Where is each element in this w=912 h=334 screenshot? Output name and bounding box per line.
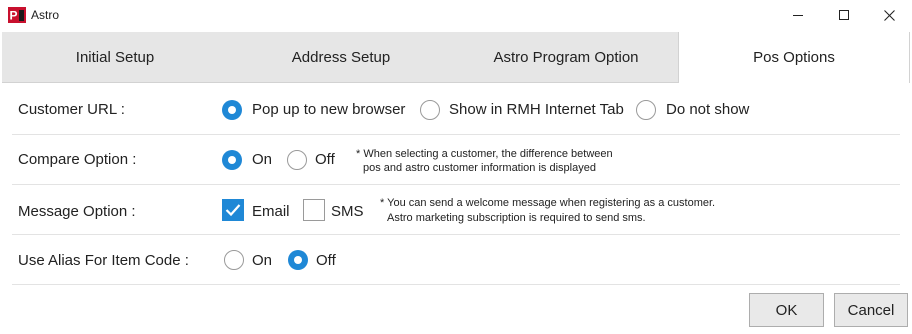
astro-pos-logo-icon: P [8, 7, 26, 23]
message-note-line1: * You can send a welcome message when re… [380, 197, 716, 209]
tab-label: Initial Setup [75, 48, 155, 66]
sms-option[interactable]: SMS [331, 203, 364, 220]
customer-url-radio-popup[interactable] [222, 100, 242, 120]
message-option-row: Message Option : Email SMS * You can sen… [12, 185, 900, 235]
maximize-icon [839, 10, 849, 20]
email-option[interactable]: Email [252, 203, 290, 220]
alias-option-on[interactable]: On [252, 252, 272, 269]
tab-bar: Initial Setup Address Setup Astro Progra… [2, 32, 910, 83]
minimize-button[interactable] [775, 0, 821, 30]
customer-url-radio-do-not-show[interactable] [636, 100, 656, 120]
tab-label: Address Setup [291, 48, 391, 66]
compare-option-label: Compare Option : [18, 151, 137, 168]
ok-button[interactable]: OK [749, 293, 824, 327]
compare-note-line1: * When selecting a customer, the differe… [356, 148, 613, 160]
close-icon [883, 9, 895, 21]
customer-url-row: Customer URL : Pop up to new browser Sho… [12, 86, 900, 135]
compare-radio-off[interactable] [287, 150, 307, 170]
ok-button-label: OK [775, 301, 798, 319]
window-title: Astro [31, 8, 60, 22]
tab-label: Pos Options [753, 49, 835, 66]
svg-text:P: P [10, 9, 18, 23]
minimize-icon [793, 10, 803, 20]
cancel-button[interactable]: Cancel [834, 293, 908, 327]
compare-option-on[interactable]: On [252, 151, 272, 168]
maximize-button[interactable] [821, 0, 867, 30]
title-bar: P Astro [0, 0, 912, 32]
tab-pos-options[interactable]: Pos Options [678, 32, 910, 83]
email-checkbox[interactable] [222, 199, 244, 221]
compare-option-row: Compare Option : On Off * When selecting… [12, 135, 900, 185]
sms-checkbox[interactable] [303, 199, 325, 221]
customer-url-option-rmh-tab[interactable]: Show in RMH Internet Tab [449, 101, 624, 118]
close-button[interactable] [866, 0, 912, 30]
tab-astro-program-option[interactable]: Astro Program Option [454, 32, 678, 82]
customer-url-option-do-not-show[interactable]: Do not show [666, 101, 749, 118]
message-note-line2: Astro marketing subscription is required… [387, 212, 646, 224]
message-option-label: Message Option : [18, 203, 136, 220]
compare-option-off[interactable]: Off [315, 151, 335, 168]
use-alias-row: Use Alias For Item Code : On Off [12, 235, 900, 285]
customer-url-label: Customer URL : [18, 101, 125, 118]
cancel-button-label: Cancel [847, 301, 895, 319]
alias-option-off[interactable]: Off [316, 252, 336, 269]
customer-url-option-popup[interactable]: Pop up to new browser [252, 101, 405, 118]
tab-initial-setup[interactable]: Initial Setup [2, 32, 228, 82]
compare-note-line2: pos and astro customer information is di… [363, 162, 596, 174]
alias-radio-off[interactable] [288, 250, 308, 270]
compare-radio-on[interactable] [222, 150, 242, 170]
tab-label: Astro Program Option [493, 48, 639, 66]
alias-radio-on[interactable] [224, 250, 244, 270]
use-alias-label: Use Alias For Item Code : [18, 252, 189, 269]
customer-url-radio-rmh-tab[interactable] [420, 100, 440, 120]
tab-address-setup[interactable]: Address Setup [228, 32, 454, 82]
